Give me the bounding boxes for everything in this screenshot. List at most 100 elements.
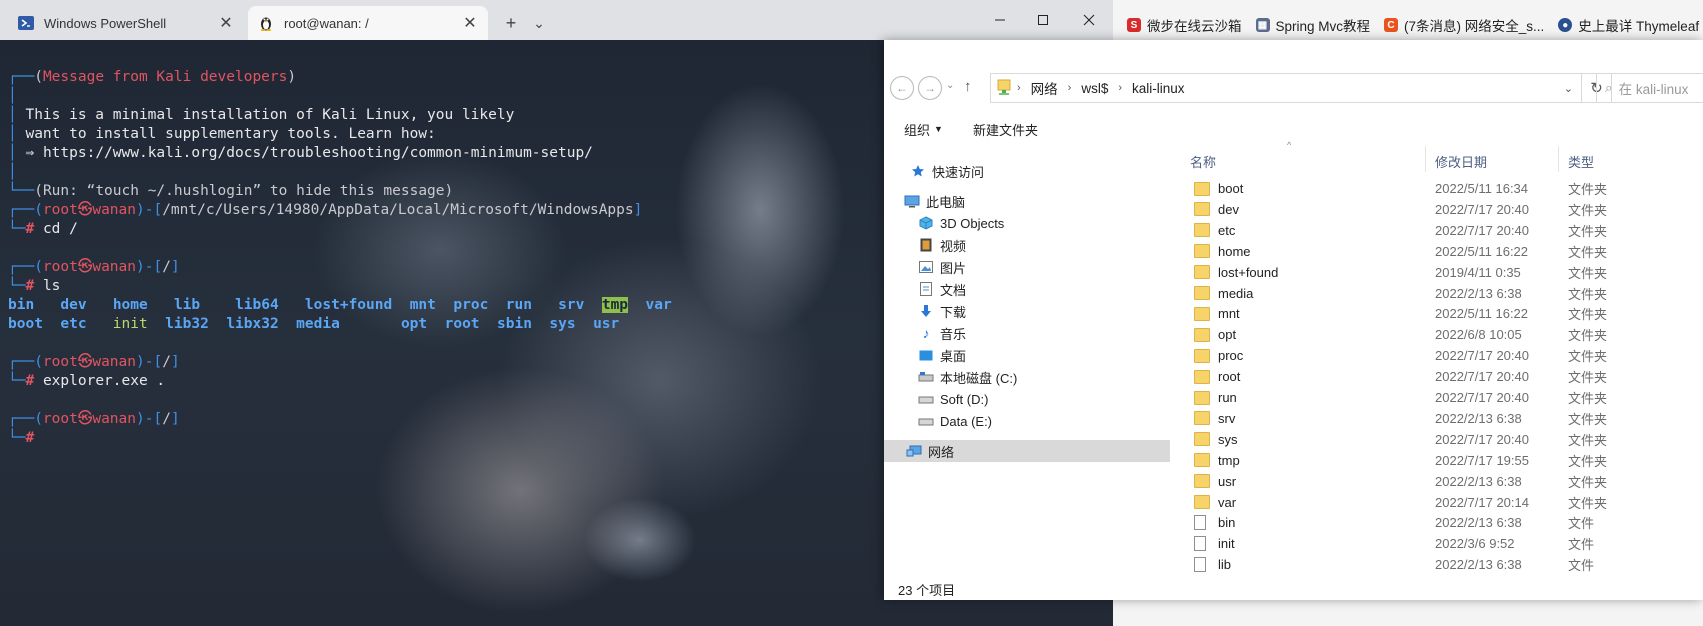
file-row[interactable]: run 2022/7/17 20:40 文件夹 (1172, 387, 1703, 408)
file-row[interactable]: usr 2022/2/13 6:38 文件夹 (1172, 471, 1703, 492)
nav-item-documents[interactable]: 文档 (884, 278, 1170, 300)
maximize-button[interactable] (1020, 4, 1066, 36)
nav-item-3d-objects[interactable]: 3D Objects (884, 212, 1170, 234)
file-row[interactable]: media 2022/2/13 6:38 文件夹 (1172, 283, 1703, 304)
nav-item-videos[interactable]: 视频 (884, 234, 1170, 256)
file-row[interactable]: lib 2022/2/13 6:38 文件 (1172, 554, 1703, 575)
recent-locations-chevron-icon[interactable]: ⌄ (946, 80, 954, 91)
tab-dropdown-button[interactable]: ⌄ (528, 8, 550, 38)
ls-entry: proc (453, 297, 489, 313)
close-window-button[interactable] (1066, 4, 1112, 36)
nav-label: 视频 (940, 238, 967, 254)
prompt-hash: # (25, 430, 35, 446)
nav-item-pictures[interactable]: 图片 (884, 256, 1170, 278)
file-name: run (1218, 390, 1237, 405)
new-folder-button[interactable]: 新建文件夹 (973, 120, 1038, 139)
ls-entry: srv (558, 297, 585, 313)
file-row[interactable]: bin 2022/2/13 6:38 文件 (1172, 512, 1703, 533)
file-name: etc (1218, 222, 1236, 238)
navigation-pane: 快速访问 此电脑 3D Objects 视频 图片 文档 下载 ♪ 音乐 桌面 … (884, 146, 1170, 586)
breadcrumb-network[interactable]: 网络 (1031, 78, 1058, 98)
file-type: 文件夹 (1568, 349, 1608, 365)
nav-item-desktop[interactable]: 桌面 (884, 344, 1170, 366)
file-row[interactable]: etc 2022/7/17 20:40 文件夹 (1172, 220, 1703, 241)
nav-item-drive-c[interactable]: 本地磁盘 (C:) (884, 366, 1170, 388)
arrow-left-icon: ← (896, 81, 908, 95)
terminal-output[interactable]: ┌──(Message from Kali developers) │ │ This… (8, 49, 672, 486)
arrow-right-icon: → (924, 81, 936, 95)
column-divider[interactable] (1558, 146, 1559, 172)
bookmark-item[interactable]: S 微步在线云沙箱 (1127, 15, 1242, 35)
file-row[interactable]: opt 2022/6/8 10:05 文件夹 (1172, 324, 1703, 345)
star-quick-access-icon (910, 164, 926, 178)
column-header-name[interactable]: 名称 (1190, 146, 1216, 176)
file-row[interactable]: proc 2022/7/17 20:40 文件夹 (1172, 345, 1703, 366)
minimize-button[interactable] (977, 4, 1023, 36)
ls-entry: lib32 (165, 316, 209, 332)
prompt-hash: # (25, 278, 35, 294)
folder-icon (1194, 474, 1210, 489)
address-bar[interactable]: › 网络 › wsl$ › kali-linux ⌄ (990, 73, 1582, 103)
up-arrow-icon[interactable]: ↑ (964, 78, 972, 95)
file-icon (1194, 515, 1206, 531)
nav-item-drive-d[interactable]: Soft (D:) (884, 388, 1170, 410)
nav-item-drive-e[interactable]: Data (E:) (884, 410, 1170, 432)
column-header-type[interactable]: 类型 (1568, 146, 1594, 176)
new-folder-label: 新建文件夹 (972, 122, 1038, 138)
nav-item-network[interactable]: 网络 (884, 440, 1170, 462)
nav-label: 此电脑 (926, 194, 966, 210)
forward-button[interactable]: → (918, 76, 942, 100)
ls-entry: var (645, 297, 672, 313)
breadcrumb-wsl[interactable]: wsl$ (1081, 81, 1108, 96)
file-row[interactable]: srv 2022/2/13 6:38 文件夹 (1172, 408, 1703, 429)
file-name: root (1218, 369, 1241, 385)
file-row[interactable]: var 2022/7/17 20:14 文件夹 (1172, 492, 1703, 513)
bookmark-globe-icon: ● (1558, 18, 1573, 32)
nav-label: 下载 (940, 304, 967, 320)
nav-item-music[interactable]: ♪ 音乐 (884, 322, 1170, 344)
prompt-path: /mnt/c/Users/14980/AppData/Local/Microso… (162, 202, 634, 218)
organize-button[interactable]: 组织 ▼ (904, 120, 943, 139)
file-row[interactable]: boot 2022/5/11 16:34 文件夹 (1172, 178, 1703, 199)
file-row[interactable]: tmp 2022/7/17 19:55 文件夹 (1172, 450, 1703, 471)
file-row[interactable]: home 2022/5/11 16:22 文件夹 (1172, 241, 1703, 262)
file-row[interactable]: init 2022/3/6 9:52 文件 (1172, 533, 1703, 554)
bookmark-item[interactable]: ▦ Spring Mvc教程 (1255, 15, 1370, 35)
ls-entry: dev (60, 297, 87, 313)
breadcrumb-kali-linux[interactable]: kali-linux (1132, 81, 1185, 96)
file-modified-date: 2022/7/17 19:55 (1435, 452, 1529, 468)
nav-item-quick-access[interactable]: 快速访问 (884, 160, 1170, 182)
tab-windows-powershell[interactable]: Windows PowerShell ✕ (8, 6, 244, 40)
close-tab-icon[interactable]: ✕ (462, 13, 478, 33)
file-name: boot (1218, 181, 1244, 196)
file-modified-date: 2022/7/17 20:40 (1435, 222, 1529, 238)
back-button[interactable]: ← (890, 76, 914, 100)
file-row[interactable]: dev 2022/7/17 20:40 文件夹 (1172, 199, 1703, 220)
nav-label: 本地磁盘 (C:) (940, 370, 1018, 386)
file-type: 文件夹 (1568, 307, 1608, 323)
bookmark-item[interactable]: ● 史上最详 Thymeleaf ... (1558, 15, 1703, 35)
file-row[interactable]: root 2022/7/17 20:40 文件夹 (1172, 366, 1703, 387)
ls-entry: libx32 (226, 316, 279, 332)
new-tab-button[interactable]: + (498, 8, 524, 38)
file-name: init (1218, 536, 1235, 552)
folder-icon (1194, 181, 1210, 196)
file-row[interactable]: lost+found 2019/4/11 0:35 文件夹 (1172, 262, 1703, 283)
address-dropdown-icon[interactable]: ⌄ (1564, 82, 1573, 95)
search-input[interactable]: ⌕ 在 kali-linux (1596, 73, 1703, 103)
column-divider[interactable] (1425, 146, 1426, 172)
nav-item-downloads[interactable]: 下载 (884, 300, 1170, 322)
ls-entry: root (444, 316, 480, 332)
organize-label: 组织 (904, 122, 931, 138)
file-name: lib (1218, 557, 1232, 573)
ls-entry: init (112, 316, 148, 332)
close-tab-icon[interactable]: ✕ (218, 13, 234, 33)
column-header-date[interactable]: 修改日期 (1435, 146, 1487, 176)
prompt-path: / (162, 259, 171, 275)
file-modified-date: 2019/4/11 0:35 (1435, 264, 1521, 280)
file-row[interactable]: sys 2022/7/17 20:40 文件夹 (1172, 429, 1703, 450)
tab-root-wanan[interactable]: root@wanan: / ✕ (248, 6, 488, 40)
nav-item-this-pc[interactable]: 此电脑 (884, 190, 1170, 212)
bookmark-item[interactable]: C (7条消息) 网络安全_s... (1384, 15, 1544, 35)
file-row[interactable]: mnt 2022/5/11 16:22 文件夹 (1172, 303, 1703, 324)
